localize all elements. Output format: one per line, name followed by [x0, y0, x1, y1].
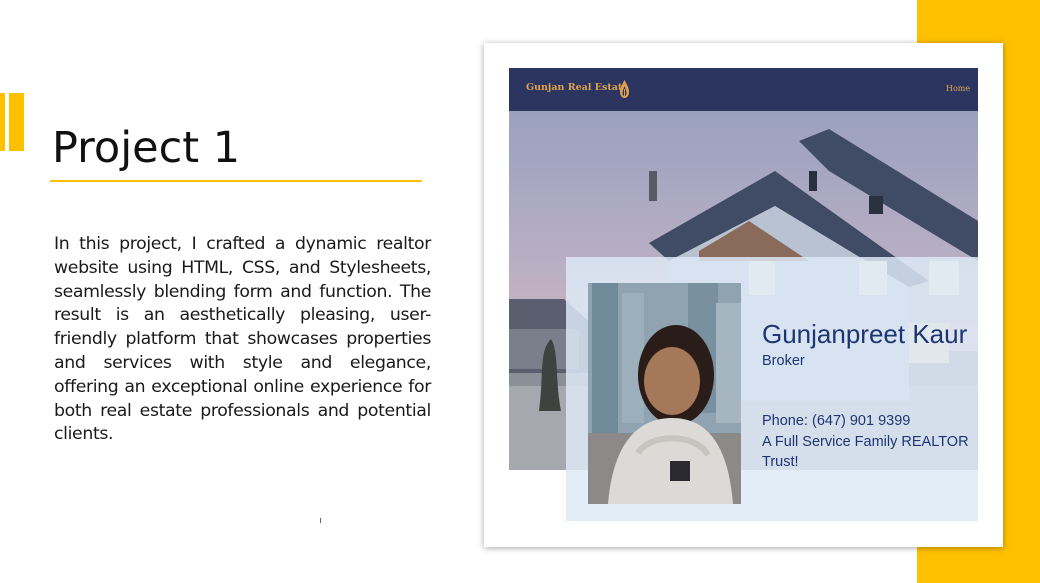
- slide-title: Project 1: [52, 123, 241, 173]
- agent-phone[interactable]: Phone: (647) 901 9399: [762, 413, 910, 429]
- website-screenshot: Gunjan Real Estate Home Gunjanpreet Kaur…: [509, 68, 978, 521]
- accent-bar-thin: [0, 93, 5, 151]
- flame-drop-icon: [620, 80, 629, 98]
- nav-home-link[interactable]: Home: [946, 84, 970, 93]
- site-logo[interactable]: Gunjan Real Estate: [526, 82, 628, 93]
- site-navbar: Gunjan Real Estate Home: [509, 68, 978, 111]
- title-underline: [50, 180, 422, 182]
- agent-card: Gunjanpreet Kaur Broker Phone: (647) 901…: [566, 257, 978, 521]
- agent-name: Gunjanpreet Kaur: [762, 319, 968, 349]
- accent-bar-thick: [9, 93, 24, 151]
- agent-role: Broker: [762, 353, 805, 369]
- accent-bars-left: [0, 93, 24, 151]
- agent-tagline: A Full Service Family REALTOR Trust!: [762, 434, 969, 470]
- project-description: In this project, I crafted a dynamic rea…: [54, 234, 431, 445]
- text-cursor-mark: [320, 518, 321, 523]
- agent-photo: [588, 283, 741, 504]
